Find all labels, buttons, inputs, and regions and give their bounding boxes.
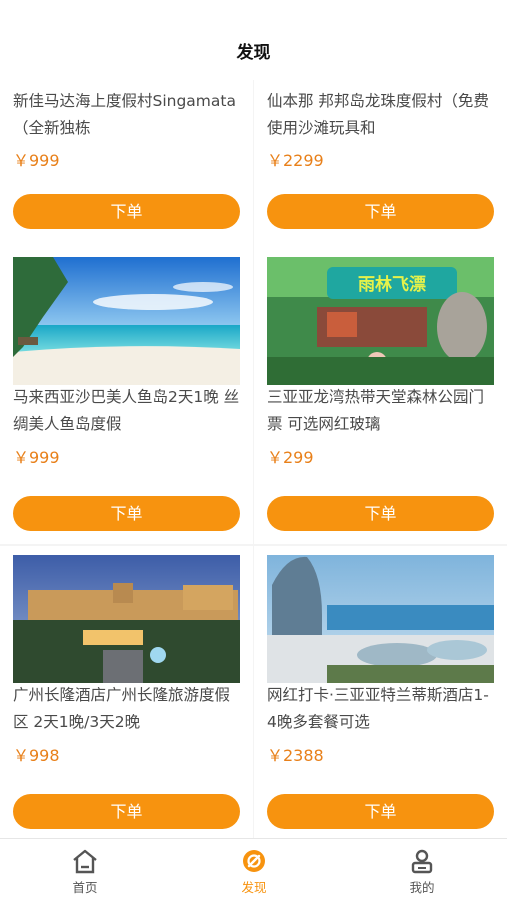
header-bar: 发现 — [0, 0, 507, 80]
product-name[interactable]: 三亚亚龙湾热带天堂森林公园门票 可选网红玻璃 — [267, 384, 495, 438]
tab-home[interactable]: 首页 — [25, 839, 145, 900]
product-name[interactable]: 仙本那 邦邦岛龙珠度假村（免费使用沙滩玩具和 — [267, 88, 495, 142]
product-feed[interactable]: 新佳马达海上度假村Singamata（全新独栋 ￥999 下单 仙本那 邦邦岛龙… — [0, 80, 507, 838]
bottom-tab-bar: 首页 发现 我的 — [0, 838, 507, 900]
page-title: 发现 — [236, 43, 271, 63]
tab-profile-label: 我的 — [409, 880, 435, 895]
order-button[interactable]: 下单 — [267, 496, 494, 531]
product-name[interactable]: 新佳马达海上度假村Singamata（全新独栋 — [13, 88, 241, 142]
product-name[interactable]: 广州长隆酒店广州长隆旅游度假区 2天1晚/3天2晚 — [13, 682, 241, 736]
order-button[interactable]: 下单 — [13, 194, 240, 229]
product-card[interactable]: 网红打卡·三亚亚特兰蒂斯酒店1-4晚多套餐可选 ￥2388 下单 — [254, 546, 507, 838]
discover-icon — [240, 847, 268, 875]
sign-text: 雨林飞漂 — [358, 274, 426, 295]
product-price: ￥998 — [13, 746, 60, 765]
product-price: ￥2388 — [267, 746, 324, 765]
tab-home-label: 首页 — [72, 880, 98, 895]
tab-profile[interactable]: 我的 — [362, 839, 482, 900]
order-button[interactable]: 下单 — [13, 496, 240, 531]
tab-discover[interactable]: 发现 — [194, 839, 314, 900]
profile-icon — [408, 847, 436, 875]
home-icon — [71, 847, 99, 875]
product-name[interactable]: 马来西亚沙巴美人鱼岛2天1晚 丝绸美人鱼岛度假 — [13, 384, 241, 438]
product-image[interactable]: 雨林飞漂 — [267, 257, 494, 385]
product-image[interactable] — [267, 555, 494, 683]
product-name[interactable]: 网红打卡·三亚亚特兰蒂斯酒店1-4晚多套餐可选 — [267, 682, 495, 736]
product-card[interactable]: 雨林飞漂 三亚亚龙湾热带天堂森林公园门票 可选网红玻璃 ￥299 下单 — [254, 248, 507, 544]
order-button[interactable]: 下单 — [267, 794, 494, 829]
product-price: ￥299 — [267, 448, 314, 467]
product-price: ￥999 — [13, 151, 60, 170]
product-price: ￥999 — [13, 448, 60, 467]
product-price: ￥2299 — [267, 151, 324, 170]
product-image[interactable] — [13, 257, 240, 385]
product-image[interactable] — [13, 555, 240, 683]
order-button[interactable]: 下单 — [13, 794, 240, 829]
tab-discover-label: 发现 — [241, 880, 267, 895]
product-card[interactable]: 广州长隆酒店广州长隆旅游度假区 2天1晚/3天2晚 ￥998 下单 — [0, 546, 253, 838]
product-card[interactable]: 马来西亚沙巴美人鱼岛2天1晚 丝绸美人鱼岛度假 ￥999 下单 — [0, 248, 253, 544]
order-button[interactable]: 下单 — [267, 194, 494, 229]
